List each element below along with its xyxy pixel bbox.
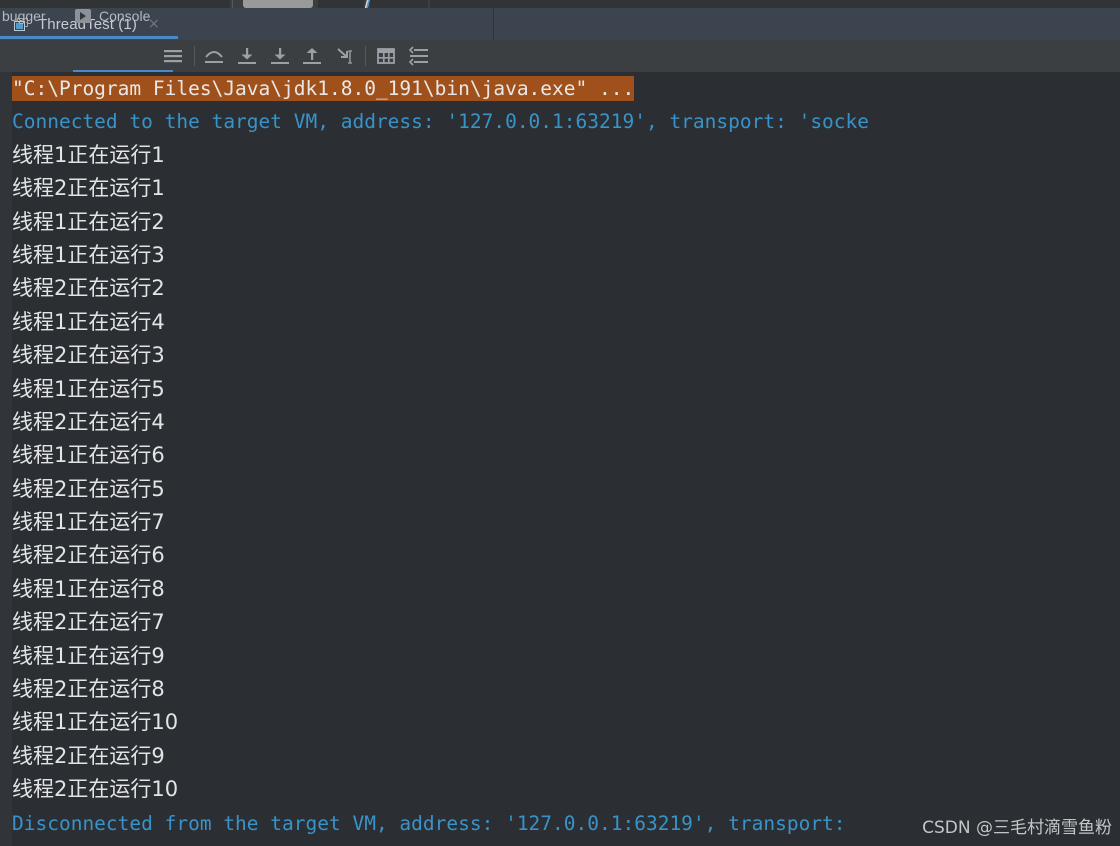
- step-over-icon[interactable]: [202, 44, 226, 68]
- console-line: 线程2正在运行7: [12, 610, 165, 635]
- console-line: 线程2正在运行4: [12, 409, 165, 434]
- console-line: 线程2正在运行6: [12, 543, 165, 568]
- console-line: 线程1正在运行5: [12, 376, 165, 401]
- console-output-area[interactable]: "C:\Program Files\Java\jdk1.8.0_191\bin\…: [0, 72, 1120, 846]
- run-to-cursor-icon[interactable]: [333, 44, 357, 68]
- console-line: 线程1正在运行8: [12, 576, 165, 601]
- console-line: 线程2正在运行3: [12, 343, 165, 368]
- run-play-icon: [75, 9, 91, 23]
- tab-console[interactable]: Console: [75, 0, 150, 32]
- console-line: 线程1正在运行1: [12, 142, 165, 167]
- console-line: 线程1正在运行3: [12, 242, 165, 267]
- console-line: 线程1正在运行4: [12, 309, 165, 334]
- tab-console-label: Console: [99, 8, 151, 24]
- tabbar-divider: [493, 8, 494, 40]
- console-gutter: [0, 72, 12, 846]
- partial-toolbar-strip: [0, 0, 1120, 8]
- evaluate-expression-icon[interactable]: [374, 44, 398, 68]
- ide-debug-console-window: ThreadTest (1) × bugger Console "C:\Prog…: [0, 0, 1120, 846]
- console-line: Disconnected from the target VM, address…: [12, 811, 846, 835]
- toolbar-separator-2: [365, 46, 366, 66]
- show-console-lines-icon[interactable]: [161, 44, 185, 68]
- step-out-icon[interactable]: [300, 44, 324, 68]
- step-into-icon[interactable]: [235, 44, 259, 68]
- console-line: 线程1正在运行10: [12, 710, 179, 735]
- tab-active-underline: [0, 36, 178, 39]
- command-line-highlight: "C:\Program Files\Java\jdk1.8.0_191\bin\…: [12, 76, 635, 101]
- console-line: 线程2正在运行10: [12, 777, 179, 802]
- console-line: Connected to the target VM, address: '12…: [12, 110, 870, 134]
- toolbar-separator: [194, 46, 195, 66]
- tab-debugger-label: bugger: [2, 8, 46, 24]
- mute-breakpoints-icon[interactable]: [407, 44, 431, 68]
- console-line: 线程1正在运行2: [12, 209, 165, 234]
- console-line: 线程1正在运行7: [12, 510, 165, 535]
- console-line: 线程1正在运行9: [12, 643, 165, 668]
- console-line: 线程1正在运行6: [12, 443, 165, 468]
- console-line: 线程2正在运行1: [12, 176, 165, 201]
- console-line: "C:\Program Files\Java\jdk1.8.0_191\bin\…: [12, 72, 1120, 105]
- tab-debugger[interactable]: bugger: [0, 0, 46, 32]
- console-line: 线程2正在运行8: [12, 677, 165, 702]
- console-line: 线程2正在运行2: [12, 276, 165, 301]
- force-step-into-icon[interactable]: [268, 44, 292, 68]
- console-line: 线程2正在运行5: [12, 476, 165, 501]
- console-line-list: "C:\Program Files\Java\jdk1.8.0_191\bin\…: [12, 72, 1120, 840]
- console-line: 线程2正在运行9: [12, 743, 165, 768]
